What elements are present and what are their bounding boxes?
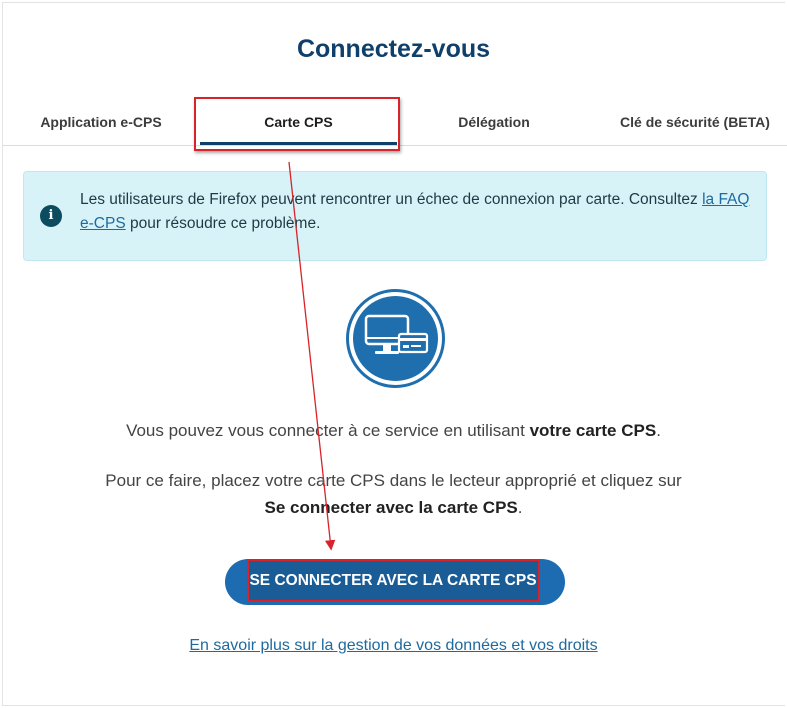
tab-carte-cps-label: Carte CPS	[264, 114, 333, 130]
firefox-alert: i Les utilisateurs de Firefox peuvent re…	[23, 171, 767, 261]
info-line-1-bold: votre carte CPS	[529, 421, 657, 440]
info-line-1-end: .	[656, 421, 661, 440]
page-title: Connectez-vous	[296, 35, 491, 63]
tab-application-ecps[interactable]: Application e-CPS	[3, 98, 199, 146]
tab-cle-securite[interactable]: Clé de sécurité (BETA)	[603, 98, 787, 146]
active-tab-indicator	[200, 142, 397, 145]
info-line-1: Vous pouvez vous connecter à ce service …	[0, 421, 787, 441]
alert-text-before: Les utilisateurs de Firefox peuvent renc…	[80, 191, 703, 208]
login-tabs: Application e-CPS Carte CPS Délégation C…	[3, 98, 787, 146]
alert-message: Les utilisateurs de Firefox peuvent renc…	[80, 188, 750, 236]
info-line-2: Pour ce faire, placez votre carte CPS da…	[80, 467, 707, 521]
info-line-1-text: Vous pouvez vous connecter à ce service …	[126, 421, 530, 440]
info-line-2-bold: Se connecter avec la carte CPS	[264, 498, 518, 517]
info-line-2-end: .	[517, 498, 523, 517]
alert-text-after: pour résoudre ce problème.	[125, 215, 321, 232]
info-line-2-text: Pour ce faire, placez votre carte CPS da…	[105, 471, 682, 490]
computer-card-icon	[346, 289, 445, 388]
tab-delegation[interactable]: Délégation	[395, 98, 593, 146]
monitor-card-icon	[364, 314, 429, 354]
tab-carte-cps[interactable]: Carte CPS	[200, 98, 397, 146]
data-rights-link[interactable]: En savoir plus sur la gestion de vos don…	[0, 637, 787, 655]
connect-with-cps-button[interactable]	[225, 559, 565, 605]
info-icon: i	[40, 205, 62, 227]
